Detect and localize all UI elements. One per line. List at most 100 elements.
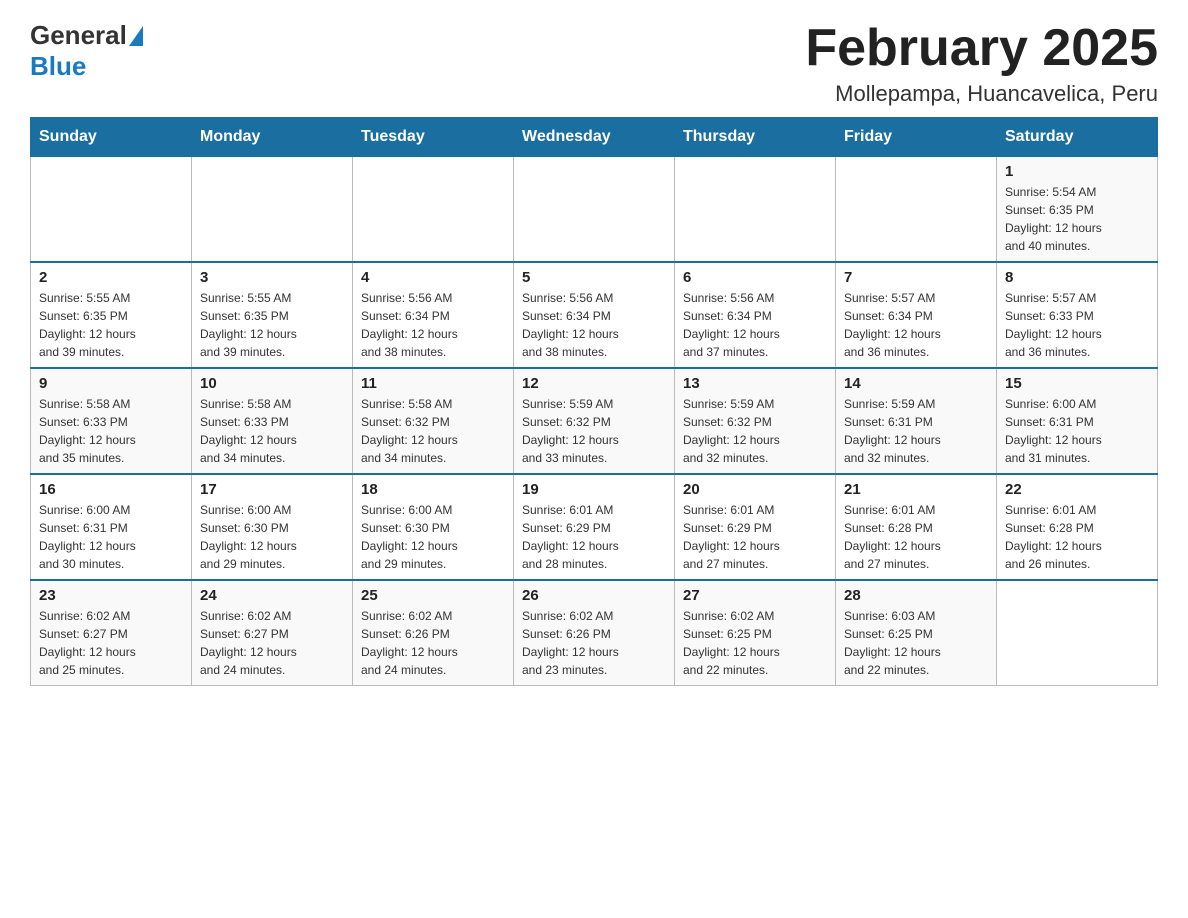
day-number: 1 — [1005, 163, 1149, 180]
day-info: Sunrise: 6:01 AMSunset: 6:28 PMDaylight:… — [844, 501, 988, 573]
logo: General Blue — [30, 20, 145, 82]
calendar-cell — [192, 157, 353, 263]
calendar-cell: 22 Sunrise: 6:01 AMSunset: 6:28 PMDayligh… — [997, 474, 1158, 580]
day-number: 25 — [361, 587, 505, 604]
day-number: 9 — [39, 375, 183, 392]
day-number: 13 — [683, 375, 827, 392]
calendar-cell: 23Sunrise: 6:02 AMSunset: 6:27 PMDayligh… — [31, 580, 192, 686]
calendar-cell — [836, 157, 997, 263]
day-number: 16 — [39, 481, 183, 498]
day-number: 19 — [522, 481, 666, 498]
calendar-cell: 24 Sunrise: 6:02 AMSunset: 6:27 PMDayligh… — [192, 580, 353, 686]
calendar-header-sunday: Sunday — [31, 118, 192, 157]
title-block: February 2025 Mollepampa, Huancavelica, … — [805, 20, 1158, 107]
calendar-cell — [31, 157, 192, 263]
day-info: Sunrise: 6:02 AMSunset: 6:27 PMDaylight:… — [39, 607, 183, 679]
logo-triangle-icon — [129, 26, 143, 46]
day-number: 2 — [39, 269, 183, 286]
calendar-header-friday: Friday — [836, 118, 997, 157]
day-info: Sunrise: 5:59 AMSunset: 6:32 PMDaylight:… — [683, 395, 827, 467]
calendar-header-monday: Monday — [192, 118, 353, 157]
day-info: Sunrise: 5:56 AMSunset: 6:34 PMDaylight:… — [683, 289, 827, 361]
calendar-cell: 13 Sunrise: 5:59 AMSunset: 6:32 PMDayligh… — [675, 368, 836, 474]
calendar-cell: 9 Sunrise: 5:58 AMSunset: 6:33 PMDaylight… — [31, 368, 192, 474]
day-info: Sunrise: 6:01 AMSunset: 6:29 PMDaylight:… — [522, 501, 666, 573]
calendar-cell: 12 Sunrise: 5:59 AMSunset: 6:32 PMDayligh… — [514, 368, 675, 474]
day-number: 5 — [522, 269, 666, 286]
logo-general-text: General — [30, 20, 127, 51]
calendar-cell: 1 Sunrise: 5:54 AMSunset: 6:35 PMDaylight… — [997, 157, 1158, 263]
day-info: Sunrise: 5:55 AMSunset: 6:35 PMDaylight:… — [200, 289, 344, 361]
day-number: 21 — [844, 481, 988, 498]
day-number: 28 — [844, 587, 988, 604]
day-info: Sunrise: 5:57 AMSunset: 6:34 PMDaylight:… — [844, 289, 988, 361]
day-info: Sunrise: 6:00 AMSunset: 6:31 PMDaylight:… — [39, 501, 183, 573]
calendar-cell: 4 Sunrise: 5:56 AMSunset: 6:34 PMDaylight… — [353, 262, 514, 368]
day-info: Sunrise: 6:01 AMSunset: 6:28 PMDaylight:… — [1005, 501, 1149, 573]
calendar-header-thursday: Thursday — [675, 118, 836, 157]
day-info: Sunrise: 5:59 AMSunset: 6:32 PMDaylight:… — [522, 395, 666, 467]
calendar-cell — [353, 157, 514, 263]
day-info: Sunrise: 5:54 AMSunset: 6:35 PMDaylight:… — [1005, 183, 1149, 255]
calendar-cell: 14 Sunrise: 5:59 AMSunset: 6:31 PMDayligh… — [836, 368, 997, 474]
day-number: 8 — [1005, 269, 1149, 286]
day-info: Sunrise: 5:56 AMSunset: 6:34 PMDaylight:… — [361, 289, 505, 361]
calendar-cell: 3 Sunrise: 5:55 AMSunset: 6:35 PMDaylight… — [192, 262, 353, 368]
calendar-cell: 5 Sunrise: 5:56 AMSunset: 6:34 PMDaylight… — [514, 262, 675, 368]
calendar-table: SundayMondayTuesdayWednesdayThursdayFrid… — [30, 117, 1158, 686]
calendar-cell: 11 Sunrise: 5:58 AMSunset: 6:32 PMDayligh… — [353, 368, 514, 474]
day-number: 3 — [200, 269, 344, 286]
calendar-cell: 19 Sunrise: 6:01 AMSunset: 6:29 PMDayligh… — [514, 474, 675, 580]
day-number: 24 — [200, 587, 344, 604]
page-header: General Blue February 2025 Mollepampa, H… — [30, 20, 1158, 107]
calendar-cell — [675, 157, 836, 263]
day-number: 20 — [683, 481, 827, 498]
day-info: Sunrise: 5:58 AMSunset: 6:33 PMDaylight:… — [200, 395, 344, 467]
day-number: 22 — [1005, 481, 1149, 498]
day-info: Sunrise: 6:02 AMSunset: 6:27 PMDaylight:… — [200, 607, 344, 679]
calendar-cell: 26 Sunrise: 6:02 AMSunset: 6:26 PMDayligh… — [514, 580, 675, 686]
calendar-cell: 27 Sunrise: 6:02 AMSunset: 6:25 PMDayligh… — [675, 580, 836, 686]
calendar-cell: 16 Sunrise: 6:00 AMSunset: 6:31 PMDayligh… — [31, 474, 192, 580]
day-number: 12 — [522, 375, 666, 392]
day-info: Sunrise: 5:58 AMSunset: 6:33 PMDaylight:… — [39, 395, 183, 467]
calendar-cell: 6 Sunrise: 5:56 AMSunset: 6:34 PMDaylight… — [675, 262, 836, 368]
day-info: Sunrise: 6:02 AMSunset: 6:26 PMDaylight:… — [361, 607, 505, 679]
calendar-cell — [997, 580, 1158, 686]
month-title: February 2025 — [805, 20, 1158, 77]
day-info: Sunrise: 6:02 AMSunset: 6:25 PMDaylight:… — [683, 607, 827, 679]
calendar-header-saturday: Saturday — [997, 118, 1158, 157]
day-number: 18 — [361, 481, 505, 498]
calendar-cell: 8 Sunrise: 5:57 AMSunset: 6:33 PMDaylight… — [997, 262, 1158, 368]
day-number: 26 — [522, 587, 666, 604]
calendar-header-wednesday: Wednesday — [514, 118, 675, 157]
calendar-cell — [514, 157, 675, 263]
calendar-cell: 20 Sunrise: 6:01 AMSunset: 6:29 PMDayligh… — [675, 474, 836, 580]
calendar-cell: 21 Sunrise: 6:01 AMSunset: 6:28 PMDayligh… — [836, 474, 997, 580]
day-number: 14 — [844, 375, 988, 392]
location-subtitle: Mollepampa, Huancavelica, Peru — [805, 81, 1158, 107]
calendar-cell: 2 Sunrise: 5:55 AMSunset: 6:35 PMDaylight… — [31, 262, 192, 368]
day-number: 6 — [683, 269, 827, 286]
day-number: 17 — [200, 481, 344, 498]
day-number: 7 — [844, 269, 988, 286]
calendar-cell: 28 Sunrise: 6:03 AMSunset: 6:25 PMDayligh… — [836, 580, 997, 686]
day-number: 11 — [361, 375, 505, 392]
day-info: Sunrise: 6:02 AMSunset: 6:26 PMDaylight:… — [522, 607, 666, 679]
calendar-cell: 15Sunrise: 6:00 AMSunset: 6:31 PMDayligh… — [997, 368, 1158, 474]
day-info: Sunrise: 5:56 AMSunset: 6:34 PMDaylight:… — [522, 289, 666, 361]
day-info: Sunrise: 5:55 AMSunset: 6:35 PMDaylight:… — [39, 289, 183, 361]
day-info: Sunrise: 5:58 AMSunset: 6:32 PMDaylight:… — [361, 395, 505, 467]
day-info: Sunrise: 5:57 AMSunset: 6:33 PMDaylight:… — [1005, 289, 1149, 361]
logo-blue-text: Blue — [30, 51, 86, 82]
day-info: Sunrise: 6:01 AMSunset: 6:29 PMDaylight:… — [683, 501, 827, 573]
day-info: Sunrise: 6:03 AMSunset: 6:25 PMDaylight:… — [844, 607, 988, 679]
calendar-cell: 25 Sunrise: 6:02 AMSunset: 6:26 PMDayligh… — [353, 580, 514, 686]
calendar-cell: 10 Sunrise: 5:58 AMSunset: 6:33 PMDayligh… — [192, 368, 353, 474]
calendar-cell: 7 Sunrise: 5:57 AMSunset: 6:34 PMDaylight… — [836, 262, 997, 368]
day-number: 4 — [361, 269, 505, 286]
day-number: 10 — [200, 375, 344, 392]
day-number: 27 — [683, 587, 827, 604]
day-info: Sunrise: 5:59 AMSunset: 6:31 PMDaylight:… — [844, 395, 988, 467]
day-info: Sunrise: 6:00 AMSunset: 6:31 PMDaylight:… — [1005, 395, 1149, 467]
